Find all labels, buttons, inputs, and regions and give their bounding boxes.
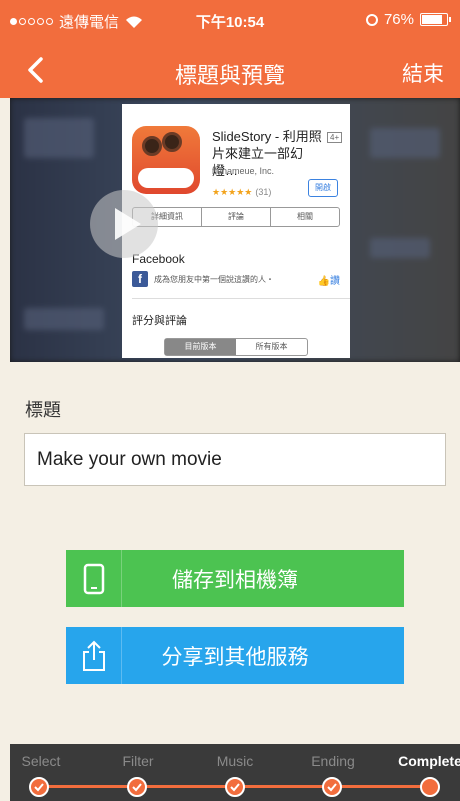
step-check-icon — [127, 777, 147, 797]
battery-icon — [420, 13, 451, 26]
top-bar: 遠傳電信 下午10:54 76% 標題與預覽 結束 — [0, 0, 460, 98]
save-label: 儲存到相機簿 — [172, 568, 298, 592]
title-input[interactable] — [24, 433, 446, 486]
age-rating: 4+ — [327, 132, 343, 143]
step-complete: Complete — [398, 753, 460, 769]
facebook-row: f 成為您朋友中第一個說這讚的人・ 👍讚 — [132, 270, 340, 288]
share-button[interactable]: 分享到其他服務 — [66, 627, 404, 684]
step-ending: Ending — [311, 753, 355, 769]
step-current-icon — [420, 777, 440, 797]
detail-tabs: 詳細資訊 評論 相關 — [132, 207, 340, 227]
step-check-icon — [225, 777, 245, 797]
developer-name: nanameue, Inc. — [212, 166, 275, 176]
step-check-icon — [29, 777, 49, 797]
nav-bar: 標題與預覽 結束 — [0, 42, 460, 98]
status-right: 76% — [365, 11, 451, 28]
battery-percent: 76% — [383, 11, 414, 28]
save-to-camera-roll-button[interactable]: 儲存到相機簿 — [66, 550, 404, 607]
facebook-text: 成為您朋友中第一個說這讚的人・ — [154, 274, 274, 284]
open-button: 開啟 — [308, 179, 338, 197]
step-music: Music — [216, 753, 254, 769]
ratings-label: 評分與評論 — [132, 315, 187, 327]
page-title: 標題與預覽 — [174, 63, 285, 88]
share-label: 分享到其他服務 — [161, 645, 309, 669]
video-preview[interactable]: SlideStory - 利用照片來建立一部幻燈… 4+ nanameue, I… — [10, 98, 460, 362]
version-tabs: 目前版本 所有版本 — [164, 338, 308, 356]
phone-icon — [66, 550, 122, 607]
app-icon — [132, 126, 200, 194]
share-icon — [66, 627, 122, 684]
alarm-icon — [365, 13, 378, 26]
done-button[interactable]: 結束 — [402, 58, 444, 88]
title-label: 標題 — [25, 400, 61, 420]
step-filter: Filter — [122, 753, 154, 769]
facebook-icon: f — [132, 271, 148, 287]
step-select: Select — [21, 753, 61, 769]
divider — [132, 298, 350, 299]
rating-stars: ★★★★★ (31) — [212, 187, 272, 197]
facebook-label: Facebook — [132, 252, 185, 266]
like-label: 👍讚 — [317, 275, 340, 287]
status-bar: 遠傳電信 下午10:54 76% — [0, 0, 460, 40]
play-icon[interactable] — [90, 190, 158, 258]
step-progress-bar: Select Filter Music Ending Complete — [10, 744, 460, 801]
step-check-icon — [322, 777, 342, 797]
